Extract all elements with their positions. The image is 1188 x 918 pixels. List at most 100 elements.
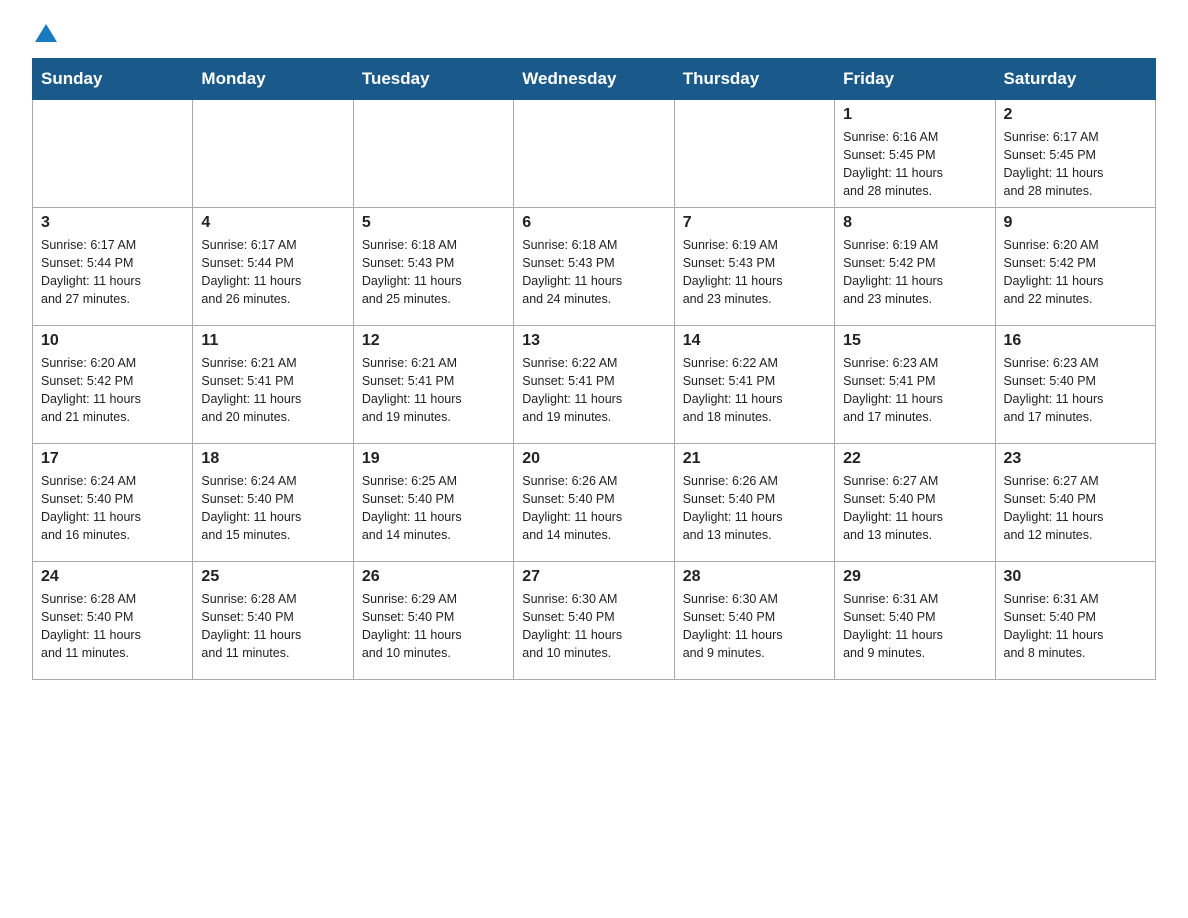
day-info: Sunrise: 6:20 AM Sunset: 5:42 PM Dayligh…: [41, 354, 184, 427]
day-number: 18: [201, 450, 344, 468]
calendar-cell: 29 Sunrise: 6:31 AM Sunset: 5:40 PM Dayli…: [835, 561, 995, 679]
calendar-cell: [514, 100, 674, 208]
calendar-table: SundayMondayTuesdayWednesdayThursdayFrid…: [32, 58, 1156, 680]
calendar-cell: 5 Sunrise: 6:18 AM Sunset: 5:43 PM Daylig…: [353, 207, 513, 325]
day-info: Sunrise: 6:17 AM Sunset: 5:44 PM Dayligh…: [201, 236, 344, 309]
calendar-cell: 26 Sunrise: 6:29 AM Sunset: 5:40 PM Dayli…: [353, 561, 513, 679]
calendar-cell: 9 Sunrise: 6:20 AM Sunset: 5:42 PM Daylig…: [995, 207, 1155, 325]
day-info: Sunrise: 6:18 AM Sunset: 5:43 PM Dayligh…: [522, 236, 665, 309]
day-header-monday: Monday: [193, 59, 353, 100]
day-info: Sunrise: 6:23 AM Sunset: 5:40 PM Dayligh…: [1004, 354, 1147, 427]
calendar-week-row: 3Sunrise: 6:17 AM Sunset: 5:44 PM Daylig…: [33, 207, 1156, 325]
day-info: Sunrise: 6:26 AM Sunset: 5:40 PM Dayligh…: [522, 472, 665, 545]
day-number: 21: [683, 450, 826, 468]
day-number: 24: [41, 568, 184, 586]
calendar-cell: 6 Sunrise: 6:18 AM Sunset: 5:43 PM Daylig…: [514, 207, 674, 325]
day-info: Sunrise: 6:23 AM Sunset: 5:41 PM Dayligh…: [843, 354, 986, 427]
calendar-cell: 15 Sunrise: 6:23 AM Sunset: 5:41 PM Dayli…: [835, 325, 995, 443]
calendar-cell: 13Sunrise: 6:22 AM Sunset: 5:41 PM Dayli…: [514, 325, 674, 443]
calendar-cell: 4 Sunrise: 6:17 AM Sunset: 5:44 PM Daylig…: [193, 207, 353, 325]
day-info: Sunrise: 6:16 AM Sunset: 5:45 PM Dayligh…: [843, 128, 986, 201]
calendar-cell: [674, 100, 834, 208]
calendar-cell: 18 Sunrise: 6:24 AM Sunset: 5:40 PM Dayli…: [193, 443, 353, 561]
day-info: Sunrise: 6:22 AM Sunset: 5:41 PM Dayligh…: [683, 354, 826, 427]
calendar-week-row: 10 Sunrise: 6:20 AM Sunset: 5:42 PM Dayli…: [33, 325, 1156, 443]
calendar-cell: 28 Sunrise: 6:30 AM Sunset: 5:40 PM Dayli…: [674, 561, 834, 679]
day-number: 23: [1004, 450, 1147, 468]
day-info: Sunrise: 6:21 AM Sunset: 5:41 PM Dayligh…: [362, 354, 505, 427]
day-info: Sunrise: 6:17 AM Sunset: 5:44 PM Dayligh…: [41, 236, 184, 309]
day-number: 5: [362, 214, 505, 232]
day-number: 26: [362, 568, 505, 586]
calendar-cell: 25 Sunrise: 6:28 AM Sunset: 5:40 PM Dayli…: [193, 561, 353, 679]
day-info: Sunrise: 6:31 AM Sunset: 5:40 PM Dayligh…: [843, 590, 986, 663]
day-header-wednesday: Wednesday: [514, 59, 674, 100]
calendar-cell: 27Sunrise: 6:30 AM Sunset: 5:40 PM Dayli…: [514, 561, 674, 679]
logo: [32, 24, 57, 42]
day-number: 9: [1004, 214, 1147, 232]
day-number: 14: [683, 332, 826, 350]
day-number: 15: [843, 332, 986, 350]
day-info: Sunrise: 6:27 AM Sunset: 5:40 PM Dayligh…: [843, 472, 986, 545]
day-number: 28: [683, 568, 826, 586]
day-number: 25: [201, 568, 344, 586]
calendar-cell: 21 Sunrise: 6:26 AM Sunset: 5:40 PM Dayli…: [674, 443, 834, 561]
calendar-cell: 16 Sunrise: 6:23 AM Sunset: 5:40 PM Dayli…: [995, 325, 1155, 443]
calendar-cell: 14 Sunrise: 6:22 AM Sunset: 5:41 PM Dayli…: [674, 325, 834, 443]
logo-blue: [32, 24, 57, 42]
day-number: 30: [1004, 568, 1147, 586]
calendar-cell: 30 Sunrise: 6:31 AM Sunset: 5:40 PM Dayli…: [995, 561, 1155, 679]
day-info: Sunrise: 6:29 AM Sunset: 5:40 PM Dayligh…: [362, 590, 505, 663]
calendar-cell: 3Sunrise: 6:17 AM Sunset: 5:44 PM Daylig…: [33, 207, 193, 325]
calendar-cell: 19Sunrise: 6:25 AM Sunset: 5:40 PM Dayli…: [353, 443, 513, 561]
day-number: 2: [1004, 106, 1147, 124]
day-info: Sunrise: 6:21 AM Sunset: 5:41 PM Dayligh…: [201, 354, 344, 427]
day-info: Sunrise: 6:26 AM Sunset: 5:40 PM Dayligh…: [683, 472, 826, 545]
day-info: Sunrise: 6:24 AM Sunset: 5:40 PM Dayligh…: [201, 472, 344, 545]
calendar-header-row: SundayMondayTuesdayWednesdayThursdayFrid…: [33, 59, 1156, 100]
logo-icon: [35, 24, 57, 42]
calendar-cell: 22 Sunrise: 6:27 AM Sunset: 5:40 PM Dayli…: [835, 443, 995, 561]
day-header-thursday: Thursday: [674, 59, 834, 100]
day-info: Sunrise: 6:28 AM Sunset: 5:40 PM Dayligh…: [201, 590, 344, 663]
calendar-cell: 24 Sunrise: 6:28 AM Sunset: 5:40 PM Dayli…: [33, 561, 193, 679]
calendar-cell: 2 Sunrise: 6:17 AM Sunset: 5:45 PM Daylig…: [995, 100, 1155, 208]
day-number: 10: [41, 332, 184, 350]
day-info: Sunrise: 6:17 AM Sunset: 5:45 PM Dayligh…: [1004, 128, 1147, 201]
day-info: Sunrise: 6:25 AM Sunset: 5:40 PM Dayligh…: [362, 472, 505, 545]
day-number: 17: [41, 450, 184, 468]
day-header-sunday: Sunday: [33, 59, 193, 100]
day-header-friday: Friday: [835, 59, 995, 100]
calendar-week-row: 24 Sunrise: 6:28 AM Sunset: 5:40 PM Dayli…: [33, 561, 1156, 679]
calendar-week-row: 17 Sunrise: 6:24 AM Sunset: 5:40 PM Dayli…: [33, 443, 1156, 561]
day-info: Sunrise: 6:20 AM Sunset: 5:42 PM Dayligh…: [1004, 236, 1147, 309]
calendar-cell: 7Sunrise: 6:19 AM Sunset: 5:43 PM Daylig…: [674, 207, 834, 325]
calendar-cell: 8 Sunrise: 6:19 AM Sunset: 5:42 PM Daylig…: [835, 207, 995, 325]
day-number: 27: [522, 568, 665, 586]
day-header-tuesday: Tuesday: [353, 59, 513, 100]
day-number: 16: [1004, 332, 1147, 350]
calendar-cell: 23 Sunrise: 6:27 AM Sunset: 5:40 PM Dayli…: [995, 443, 1155, 561]
calendar-cell: 17Sunrise: 6:24 AM Sunset: 5:40 PM Dayli…: [33, 443, 193, 561]
day-info: Sunrise: 6:28 AM Sunset: 5:40 PM Dayligh…: [41, 590, 184, 663]
page-header: [32, 24, 1156, 42]
day-number: 20: [522, 450, 665, 468]
day-info: Sunrise: 6:27 AM Sunset: 5:40 PM Dayligh…: [1004, 472, 1147, 545]
day-info: Sunrise: 6:30 AM Sunset: 5:40 PM Dayligh…: [683, 590, 826, 663]
day-number: 4: [201, 214, 344, 232]
day-number: 12: [362, 332, 505, 350]
day-info: Sunrise: 6:19 AM Sunset: 5:42 PM Dayligh…: [843, 236, 986, 309]
day-number: 22: [843, 450, 986, 468]
day-header-saturday: Saturday: [995, 59, 1155, 100]
day-number: 8: [843, 214, 986, 232]
day-number: 29: [843, 568, 986, 586]
calendar-cell: [193, 100, 353, 208]
calendar-cell: 10 Sunrise: 6:20 AM Sunset: 5:42 PM Dayli…: [33, 325, 193, 443]
calendar-cell: 11Sunrise: 6:21 AM Sunset: 5:41 PM Dayli…: [193, 325, 353, 443]
day-info: Sunrise: 6:22 AM Sunset: 5:41 PM Dayligh…: [522, 354, 665, 427]
day-info: Sunrise: 6:18 AM Sunset: 5:43 PM Dayligh…: [362, 236, 505, 309]
day-number: 6: [522, 214, 665, 232]
day-info: Sunrise: 6:31 AM Sunset: 5:40 PM Dayligh…: [1004, 590, 1147, 663]
day-number: 7: [683, 214, 826, 232]
calendar-cell: 1Sunrise: 6:16 AM Sunset: 5:45 PM Daylig…: [835, 100, 995, 208]
